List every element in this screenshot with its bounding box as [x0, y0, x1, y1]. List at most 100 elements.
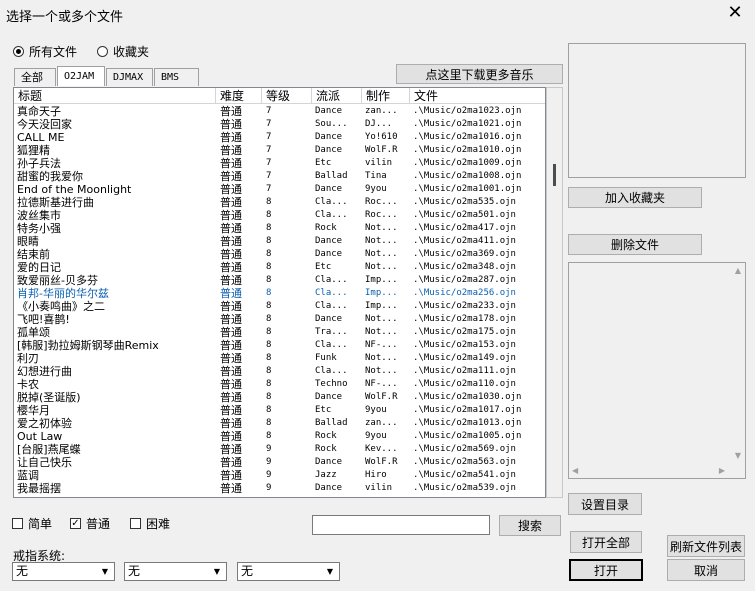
vertical-scrollbar[interactable] — [546, 87, 563, 498]
ring-select-3[interactable]: 无 ▼ — [237, 562, 340, 581]
row-level: 8 — [266, 262, 272, 272]
col-file[interactable]: 文件 — [410, 88, 545, 104]
list-header: 标题 难度 等级 流派 制作 文件 — [14, 88, 545, 104]
row-level: 8 — [266, 210, 272, 220]
close-icon[interactable]: ✕ — [725, 2, 745, 24]
row-genre: Dance — [315, 145, 343, 155]
row-title: 利刃 — [17, 352, 39, 365]
cancel-button[interactable]: 取消 — [667, 559, 745, 581]
table-row[interactable]: 波丝集市 普通 8 Cla... Roc... .\Music/o2ma501.ojn — [14, 209, 545, 222]
download-more-music-button[interactable]: 点这里下载更多音乐 — [396, 64, 563, 84]
scroll-left-icon[interactable]: ◀ — [572, 466, 578, 475]
row-maker: Not... — [365, 262, 398, 272]
table-row[interactable]: 真命天子 普通 7 Dance zan... .\Music/o2ma1023.ojn — [14, 105, 545, 118]
col-maker[interactable]: 制作 — [362, 88, 410, 104]
search-input[interactable] — [312, 515, 490, 535]
filter-normal[interactable]: ✓ 普通 — [70, 515, 110, 532]
table-row[interactable]: 幻想进行曲 普通 8 Cla... Not... .\Music/o2ma111.ojn — [14, 365, 545, 378]
row-file: .\Music/o2ma175.ojn — [413, 327, 516, 337]
table-row[interactable]: 眼睛 普通 8 Dance Not... .\Music/o2ma411.ojn — [14, 235, 545, 248]
table-row[interactable]: 蓝调 普通 9 Jazz Hiro .\Music/o2ma541.ojn — [14, 469, 545, 482]
row-file: .\Music/o2ma348.ojn — [413, 262, 516, 272]
ring-select-2-value: 无 — [128, 564, 141, 578]
row-title: 结束前 — [17, 248, 50, 261]
table-row[interactable]: 爱之初体验 普通 8 Ballad zan... .\Music/o2ma1013.ojn — [14, 417, 545, 430]
refresh-file-list-button[interactable]: 刷新文件列表 — [667, 535, 745, 557]
row-file: .\Music/o2ma411.ojn — [413, 236, 516, 246]
scroll-right-icon[interactable]: ▶ — [719, 466, 725, 475]
table-row[interactable]: 拉德斯基进行曲 普通 8 Cla... Roc... .\Music/o2ma535.oj… — [14, 196, 545, 209]
row-difficulty: 普通 — [220, 196, 242, 209]
table-row[interactable]: 脱掉(圣诞版) 普通 8 Dance WolF.R .\Music/o2ma1030.oj… — [14, 391, 545, 404]
radio-favorites[interactable]: 收藏夹 — [97, 43, 149, 60]
preview-panel — [568, 43, 746, 178]
row-file: .\Music/o2ma153.ojn — [413, 340, 516, 350]
add-favorite-button[interactable]: 加入收藏夹 — [568, 187, 702, 208]
scroll-thumb[interactable] — [553, 164, 556, 186]
table-row[interactable]: 甜蜜的我爱你 普通 7 Ballad Tina .\Music/o2ma1008.ojn — [14, 170, 545, 183]
ring-select-1[interactable]: 无 ▼ — [12, 562, 115, 581]
row-maker: WolF.R — [365, 457, 398, 467]
row-title: 蓝调 — [17, 469, 39, 482]
row-maker: Not... — [365, 236, 398, 246]
row-level: 7 — [266, 106, 272, 116]
table-row[interactable]: 卡农 普通 8 Techno NF-... .\Music/o2ma110.ojn — [14, 378, 545, 391]
row-title: End of the Moonlight — [17, 183, 132, 196]
radio-all-files[interactable]: 所有文件 — [13, 43, 77, 60]
scroll-up-icon[interactable]: ▲ — [735, 266, 741, 275]
table-row[interactable]: 利刃 普通 8 Funk Not... .\Music/o2ma149.ojn — [14, 352, 545, 365]
col-title[interactable]: 标题 — [14, 88, 216, 104]
row-title: CALL ME — [17, 131, 65, 144]
table-row[interactable]: 特务小强 普通 8 Rock Not... .\Music/o2ma417.ojn — [14, 222, 545, 235]
table-row[interactable]: 《小奏鸣曲》之二 普通 8 Cla... Imp... .\Music/o2ma233.o… — [14, 300, 545, 313]
table-row[interactable]: 结束前 普通 8 Dance Not... .\Music/o2ma369.ojn — [14, 248, 545, 261]
row-file: .\Music/o2ma1009.ojn — [413, 158, 522, 168]
scroll-down-icon[interactable]: ▼ — [735, 451, 741, 460]
favorites-list[interactable]: ◀ ▶ ▲ ▼ — [568, 262, 746, 479]
row-title: 孤单颂 — [17, 326, 50, 339]
col-difficulty[interactable]: 难度 — [216, 88, 262, 104]
row-difficulty: 普通 — [220, 339, 242, 352]
row-difficulty: 普通 — [220, 235, 242, 248]
open-all-button[interactable]: 打开全部 — [570, 531, 642, 553]
delete-file-button[interactable]: 删除文件 — [568, 234, 702, 255]
table-row[interactable]: 爱的日记 普通 8 Etc Not... .\Music/o2ma348.ojn — [14, 261, 545, 274]
row-genre: Dance — [315, 184, 343, 194]
tab-o2jam[interactable]: O2JAM — [57, 66, 105, 86]
table-row[interactable]: [韩服]勃拉姆斯钢琴曲Remix 普通 8 Cla... NF-... .\Music/o… — [14, 339, 545, 352]
set-directory-button[interactable]: 设置目录 — [568, 493, 642, 515]
table-row[interactable]: CALL ME 普通 7 Dance Yo!610 .\Music/o2ma1016.oj… — [14, 131, 545, 144]
row-level: 7 — [266, 119, 272, 129]
col-level[interactable]: 等级 — [262, 88, 312, 104]
row-maker: NF-... — [365, 340, 398, 350]
table-row[interactable]: 致爱丽丝-贝多芬 普通 8 Cla... Imp... .\Music/o2ma287.o… — [14, 274, 545, 287]
table-row[interactable]: 飞吧!喜鹊! 普通 8 Dance Not... .\Music/o2ma178.ojn — [14, 313, 545, 326]
row-difficulty: 普通 — [220, 261, 242, 274]
open-button[interactable]: 打开 — [569, 559, 643, 581]
row-maker: NF-... — [365, 379, 398, 389]
file-list[interactable]: 标题 难度 等级 流派 制作 文件 真命天子 普通 7 Dance zan... .\Mu… — [13, 87, 546, 498]
search-button[interactable]: 搜索 — [499, 515, 561, 536]
table-row[interactable]: 狐狸精 普通 7 Dance WolF.R .\Music/o2ma1010.ojn — [14, 144, 545, 157]
filter-easy[interactable]: 简单 — [12, 515, 52, 532]
row-difficulty: 普通 — [220, 313, 242, 326]
row-difficulty: 普通 — [220, 391, 242, 404]
col-genre[interactable]: 流派 — [312, 88, 362, 104]
table-row[interactable]: [台服]燕尾蝶 普通 9 Rock Kev... .\Music/o2ma569.ojn — [14, 443, 545, 456]
table-row[interactable]: 我最摇摆 普通 9 Dance vilin .\Music/o2ma539.ojn — [14, 482, 545, 495]
ring-select-2[interactable]: 无 ▼ — [124, 562, 227, 581]
table-row[interactable]: 让自己快乐 普通 9 Dance WolF.R .\Music/o2ma563.ojn — [14, 456, 545, 469]
table-row[interactable]: 樱华月 普通 8 Etc 9you .\Music/o2ma1017.ojn — [14, 404, 545, 417]
table-row[interactable]: 孤单颂 普通 8 Tra... Not... .\Music/o2ma175.ojn — [14, 326, 545, 339]
table-row[interactable]: 今天没回家 普通 7 Sou... DJ... .\Music/o2ma1021.ojn — [14, 118, 545, 131]
tab-all[interactable]: 全部 — [14, 68, 56, 86]
tab-djmax[interactable]: DJMAX — [106, 68, 153, 86]
table-row[interactable]: 孙子兵法 普通 7 Etc vilin .\Music/o2ma1009.ojn — [14, 157, 545, 170]
table-row[interactable]: Out Law 普通 8 Rock 9you .\Music/o2ma1005.ojn — [14, 430, 545, 443]
table-row[interactable]: 肖邦-华丽的华尔兹 普通 8 Cla... Imp... .\Music/o2ma256.… — [14, 287, 545, 300]
filter-hard[interactable]: 困难 — [130, 515, 170, 532]
tab-bms[interactable]: BMS — [154, 68, 199, 86]
row-file: .\Music/o2ma149.ojn — [413, 353, 516, 363]
table-row[interactable]: End of the Moonlight 普通 7 Dance 9you .\Music/… — [14, 183, 545, 196]
row-level: 8 — [266, 418, 272, 428]
